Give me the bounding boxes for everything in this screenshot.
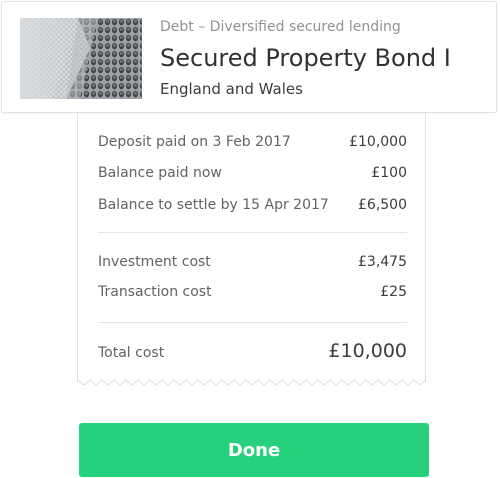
investment-location: England and Wales bbox=[160, 80, 303, 98]
receipt-row-label: Investment cost bbox=[98, 254, 211, 270]
receipt: Deposit paid on 3 Feb 2017 £10,000 Balan… bbox=[77, 70, 426, 382]
receipt-row-label: Balance to settle by 15 Apr 2017 bbox=[98, 197, 329, 213]
receipt-row-value: £10,000 bbox=[349, 134, 407, 150]
receipt-row-balance-to-settle: Balance to settle by 15 Apr 2017 £6,500 bbox=[98, 197, 407, 213]
total-cost-value: £10,000 bbox=[328, 340, 407, 362]
investment-category: Debt – Diversified secured lending bbox=[160, 19, 401, 35]
receipt-row-deposit: Deposit paid on 3 Feb 2017 £10,000 bbox=[98, 134, 407, 150]
receipt-row-value: £3,475 bbox=[358, 254, 407, 270]
order-confirmation-page: Deposit paid on 3 Feb 2017 £10,000 Balan… bbox=[0, 0, 500, 478]
receipt-row-transaction-cost: Transaction cost £25 bbox=[98, 284, 407, 300]
receipt-row-investment-cost: Investment cost £3,475 bbox=[98, 254, 407, 270]
receipt-row-value: £25 bbox=[380, 284, 407, 300]
receipt-divider bbox=[98, 322, 407, 323]
receipt-row-label: Balance paid now bbox=[98, 165, 222, 181]
receipt-row-value: £100 bbox=[371, 165, 407, 181]
receipt-torn-edge bbox=[77, 374, 426, 386]
receipt-row-balance-now: Balance paid now £100 bbox=[98, 165, 407, 181]
receipt-row-total: Total cost £10,000 bbox=[98, 340, 407, 362]
investment-header-card: Debt – Diversified secured lending Secur… bbox=[1, 1, 497, 113]
receipt-divider bbox=[98, 232, 407, 233]
investment-title: Secured Property Bond I bbox=[160, 44, 451, 72]
receipt-row-value: £6,500 bbox=[358, 197, 407, 213]
total-cost-label: Total cost bbox=[98, 345, 165, 361]
building-facade-image bbox=[20, 18, 142, 99]
done-button[interactable]: Done bbox=[79, 423, 429, 477]
receipt-row-label: Transaction cost bbox=[98, 284, 212, 300]
receipt-row-label: Deposit paid on 3 Feb 2017 bbox=[98, 134, 291, 150]
